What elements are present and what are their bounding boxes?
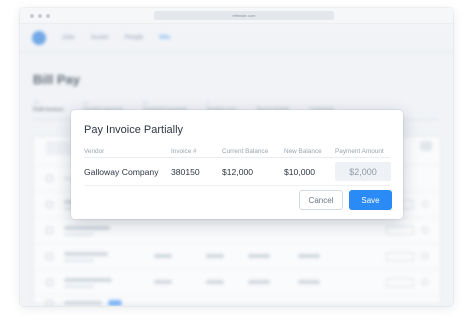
dialog-title: Pay Invoice Partially <box>84 124 184 136</box>
invoice-number-value: 380150 <box>171 167 200 177</box>
column-header-new-balance: New Balance <box>284 148 322 155</box>
close-window-dot[interactable] <box>30 14 34 18</box>
row-divider <box>84 185 390 186</box>
save-button[interactable]: Save <box>349 190 392 210</box>
column-header-vendor: Vendor <box>84 148 105 155</box>
browser-chrome: eftimate.com <box>20 8 453 24</box>
column-header-current-balance: Current Balance <box>222 148 269 155</box>
payment-amount-input[interactable] <box>335 162 391 181</box>
window-controls <box>30 14 50 18</box>
cancel-button[interactable]: Cancel <box>299 190 343 210</box>
minimize-window-dot[interactable] <box>38 14 42 18</box>
new-balance-value: $10,000 <box>284 167 316 177</box>
maximize-window-dot[interactable] <box>46 14 50 18</box>
current-balance-value: $12,000 <box>222 167 254 177</box>
vendor-value: Galloway Company <box>84 167 159 177</box>
pay-invoice-partially-dialog: Pay Invoice Partially Vendor Invoice # C… <box>71 110 403 219</box>
column-header-invoice: Invoice # <box>171 148 197 155</box>
address-bar[interactable]: eftimate.com <box>154 11 334 20</box>
column-header-payment-amount: Payment Amount <box>335 148 384 155</box>
header-divider <box>84 157 390 158</box>
